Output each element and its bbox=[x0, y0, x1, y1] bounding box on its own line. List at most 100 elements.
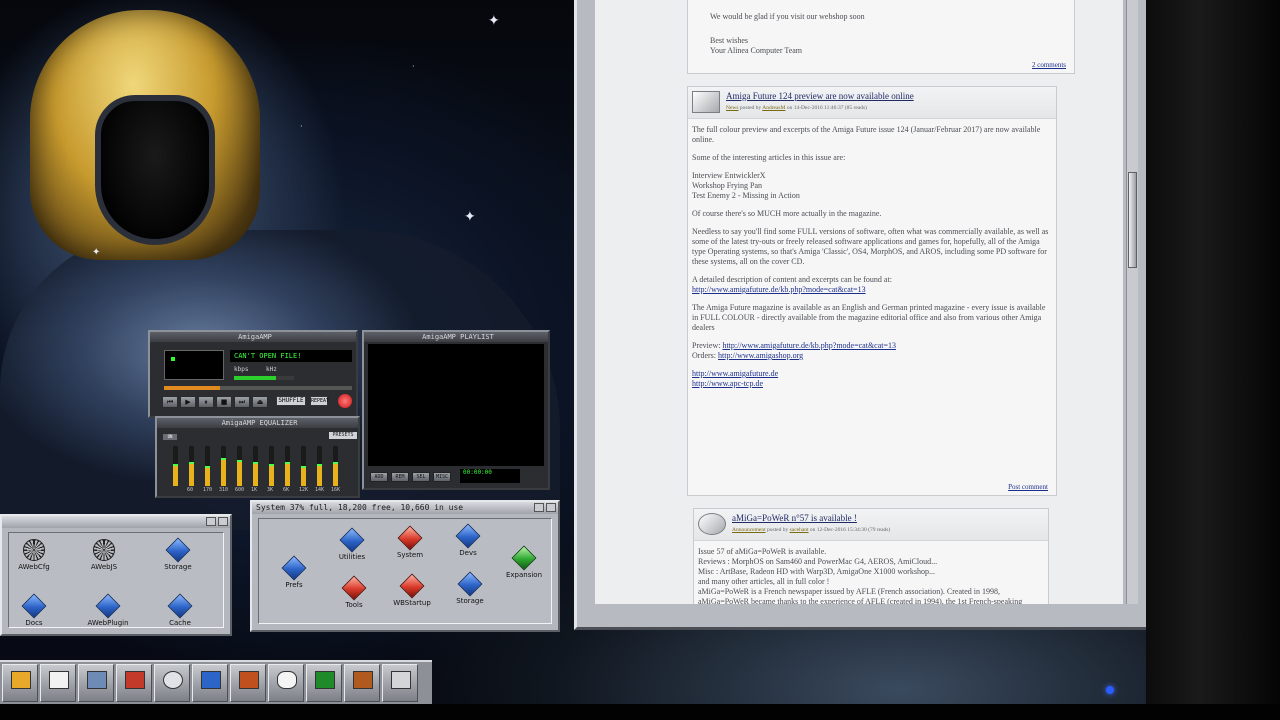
preview-link[interactable]: http://www.amigafuture.de/kb.php?mode=ca… bbox=[722, 341, 896, 350]
dock-item-prefs[interactable] bbox=[2, 664, 38, 702]
amigaamp-main-window[interactable]: AmigaAMP CAN'T OPEN FILE! kbps kHz ⏮ ▶ ⏸… bbox=[148, 330, 358, 418]
post-text: Your Alinea Computer Team bbox=[710, 46, 803, 55]
eq-band-level bbox=[221, 458, 226, 486]
monitor-bezel bbox=[1146, 0, 1280, 720]
post-meta-text: posted by bbox=[739, 105, 762, 111]
playlist-add-button[interactable]: ADD bbox=[370, 472, 388, 482]
drawer-icon bbox=[399, 573, 425, 599]
playlist-remove-button[interactable]: REM bbox=[391, 472, 409, 482]
amigaamp-playlist-window[interactable]: AmigaAMP PLAYLIST ADD REM SEL MISC 00:00… bbox=[362, 330, 550, 490]
dock-item-clock[interactable] bbox=[154, 664, 190, 702]
news-category-icon bbox=[698, 513, 726, 535]
browser-content[interactable]: We would be glad if you visit our websho… bbox=[595, 0, 1123, 604]
post-title[interactable]: aMiGa=PoWeR n°57 is available ! bbox=[732, 513, 857, 523]
dock-item-monitor[interactable] bbox=[306, 664, 342, 702]
icon-awebcfg[interactable]: AWebCfg bbox=[0, 539, 69, 572]
eq-frequency-label: 6K bbox=[283, 487, 290, 493]
shuffle-toggle[interactable]: SHUFFLE bbox=[276, 396, 306, 406]
post-text: and many other articles, all in full col… bbox=[698, 577, 830, 586]
post-text: Reviews : MorphOS on Sam460 and PowerMac… bbox=[698, 557, 938, 566]
playlist-buttons: ADD REM SEL MISC bbox=[370, 472, 451, 482]
clock-icon bbox=[163, 671, 183, 689]
post-meta-text: posted by bbox=[766, 527, 789, 533]
icon-docs[interactable]: Docs bbox=[0, 593, 69, 628]
orders-link[interactable]: http://www.amigashop.org bbox=[718, 351, 803, 360]
zoom-gadget-icon[interactable] bbox=[546, 503, 556, 512]
amigaamp-equalizer-window[interactable]: AmigaAMP EQUALIZER ON PRESETS 60 170 310 60… bbox=[155, 416, 360, 498]
playlist-titlebar[interactable]: AmigaAMP PLAYLIST bbox=[364, 332, 548, 342]
icon-storage[interactable]: Storage bbox=[435, 571, 505, 606]
repeat-toggle[interactable]: REPEAT bbox=[310, 396, 329, 406]
backdrop-visor bbox=[95, 95, 215, 245]
system-drawer-window[interactable]: System 37% full, 18,200 free, 10,660 in … bbox=[250, 500, 560, 632]
amp-seek-bar[interactable] bbox=[164, 386, 352, 390]
dock-item-screen[interactable] bbox=[78, 664, 114, 702]
icon-awebplugin[interactable]: AWebPlugin bbox=[73, 593, 143, 628]
news-category-icon bbox=[692, 91, 720, 113]
post-text: Best wishes bbox=[710, 36, 748, 45]
amp-volume-slider[interactable] bbox=[234, 376, 294, 380]
eq-frequency-label: 170 bbox=[203, 487, 213, 493]
playlist-list[interactable] bbox=[368, 344, 544, 466]
depth-gadget-icon[interactable] bbox=[206, 517, 216, 526]
amigaamp-titlebar[interactable]: AmigaAMP bbox=[150, 332, 356, 342]
playlist-select-button[interactable]: SEL bbox=[412, 472, 430, 482]
news-post: aMiGa=PoWeR n°57 is available ! Announce… bbox=[693, 508, 1049, 604]
next-button[interactable]: ⏭ bbox=[234, 396, 250, 408]
post-comment-link[interactable]: Post comment bbox=[1008, 483, 1048, 491]
aweb-drawer-titlebar[interactable] bbox=[2, 516, 230, 528]
dock-item-display[interactable] bbox=[192, 664, 228, 702]
browser-window[interactable]: We would be glad if you visit our websho… bbox=[574, 0, 1146, 630]
apc-tcp-link[interactable]: http://www.apc-tcp.de bbox=[692, 379, 763, 388]
playlist-misc-button[interactable]: MISC bbox=[433, 472, 451, 482]
system-drawer-content: Prefs Utilities System Devs Expansion To… bbox=[258, 518, 552, 624]
post-author-link[interactable]: AndreasM bbox=[762, 105, 785, 111]
drawer-icon bbox=[339, 527, 365, 553]
zoom-gadget-icon[interactable] bbox=[218, 517, 228, 526]
dock-item-system[interactable] bbox=[344, 664, 380, 702]
detail-link[interactable]: http://www.amigafuture.de/kb.php?mode=ca… bbox=[692, 285, 866, 294]
play-button[interactable]: ▶ bbox=[180, 396, 196, 408]
icon-awebjs[interactable]: AWebJS bbox=[69, 539, 139, 572]
dock-item-disk[interactable] bbox=[382, 664, 418, 702]
dock-item-tools[interactable] bbox=[116, 664, 152, 702]
dock-item-picture[interactable] bbox=[230, 664, 266, 702]
post-title[interactable]: Amiga Future 124 preview are now availab… bbox=[726, 91, 914, 101]
comments-link[interactable]: 2 comments bbox=[1032, 61, 1066, 69]
eq-band-level bbox=[205, 466, 210, 486]
post-text: The Amiga Future magazine is available a… bbox=[692, 303, 1046, 332]
icon-label: AWebCfg bbox=[18, 563, 50, 571]
amp-khz-label: kHz bbox=[266, 366, 277, 373]
system-drawer-titlebar[interactable]: System 37% full, 18,200 free, 10,660 in … bbox=[252, 502, 558, 514]
eq-presets-button[interactable]: PRESETS bbox=[329, 432, 357, 439]
icon-storage[interactable]: Storage bbox=[143, 537, 213, 572]
post-text: Of course there's so MUCH more actually … bbox=[692, 209, 882, 218]
post-header: Amiga Future 124 preview are now availab… bbox=[688, 87, 1056, 119]
eq-band-level bbox=[317, 464, 322, 486]
eq-band-level bbox=[237, 460, 242, 486]
post-header: aMiGa=PoWeR n°57 is available ! Announce… bbox=[694, 509, 1048, 541]
eject-button[interactable]: ⏏ bbox=[252, 396, 268, 408]
icon-cache[interactable]: Cache bbox=[145, 593, 215, 628]
post-author-link[interactable]: sacehant bbox=[790, 527, 809, 533]
amp-volume-fill bbox=[234, 376, 276, 380]
post-meta: Announcement posted by sacehant on 12-De… bbox=[732, 527, 890, 533]
eq-on-toggle[interactable]: ON bbox=[163, 434, 177, 440]
stop-button[interactable]: ■ bbox=[216, 396, 232, 408]
scrollbar-thumb[interactable] bbox=[1128, 172, 1137, 268]
post-category-link[interactable]: News bbox=[726, 105, 739, 111]
icon-label: Docs bbox=[25, 619, 43, 627]
previous-button[interactable]: ⏮ bbox=[162, 396, 178, 408]
gear-icon bbox=[353, 671, 373, 689]
post-category-link[interactable]: Announcement bbox=[732, 527, 766, 533]
depth-gadget-icon[interactable] bbox=[534, 503, 544, 512]
pause-button[interactable]: ⏸ bbox=[198, 396, 214, 408]
amigafuture-link[interactable]: http://www.amigafuture.de bbox=[692, 369, 778, 378]
dock-item-input[interactable] bbox=[268, 664, 304, 702]
aweb-drawer-window[interactable]: AWebCfg AWebJS Storage Docs AWebPlugin C… bbox=[0, 514, 232, 636]
eq-band-level bbox=[269, 464, 274, 486]
drawer-icon bbox=[21, 593, 47, 619]
dock-item-shell[interactable] bbox=[40, 664, 76, 702]
browser-scrollbar[interactable] bbox=[1126, 0, 1138, 604]
equalizer-titlebar[interactable]: AmigaAMP EQUALIZER bbox=[157, 418, 358, 428]
